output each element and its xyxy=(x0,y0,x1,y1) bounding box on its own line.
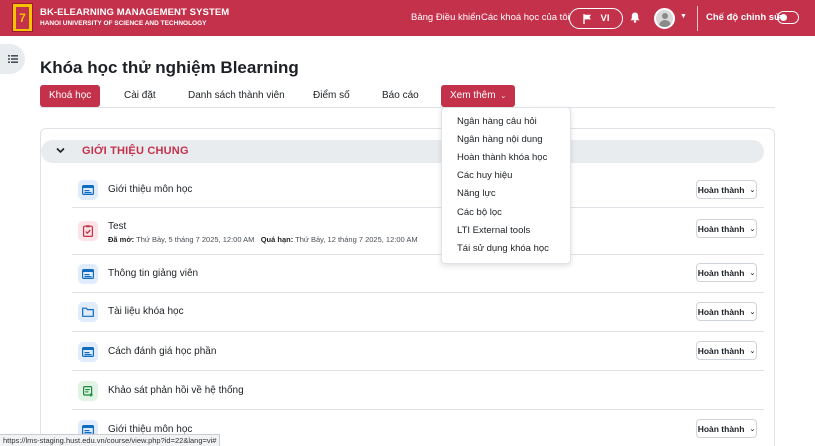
folder-icon[interactable] xyxy=(78,302,98,322)
page-icon[interactable] xyxy=(78,180,98,200)
page-icon[interactable] xyxy=(78,342,98,362)
feedback-icon[interactable] xyxy=(78,381,98,401)
tab-reports[interactable]: Báo cáo xyxy=(382,85,419,107)
section-title: GIỚI THIỆU CHUNG xyxy=(82,145,189,157)
chevron-down-icon: ⌄ xyxy=(500,93,507,100)
edit-mode-label: Chế độ chỉnh sửa xyxy=(706,12,787,23)
chevron-down-icon: ⌄ xyxy=(749,347,756,355)
completion-button[interactable]: Hoàn thành ⌄ xyxy=(696,180,757,199)
completion-button[interactable]: Hoàn thành ⌄ xyxy=(696,302,757,321)
menu-item-course-reuse[interactable]: Tái sử dụng khóa học xyxy=(457,243,549,254)
my-courses-link[interactable]: Các khoá học của tôi xyxy=(481,12,570,23)
page-icon[interactable] xyxy=(78,264,98,284)
language-button[interactable]: VI xyxy=(569,8,623,29)
due-date-value: Thứ Bảy, 12 tháng 7 2025, 12:00 AM xyxy=(295,235,418,244)
tab-more[interactable]: Xem thêm ⌄ xyxy=(441,85,516,107)
activity-name[interactable]: Tài liệu khóa học xyxy=(108,306,184,317)
tab-settings[interactable]: Cài đặt xyxy=(124,85,156,107)
bell-icon[interactable] xyxy=(630,12,640,23)
activity-name[interactable]: Test xyxy=(108,221,126,232)
logo-glyph: 7 xyxy=(16,6,29,29)
completion-label: Hoàn thành xyxy=(697,267,745,278)
chevron-down-icon: ⌄ xyxy=(749,308,756,316)
completion-button[interactable]: Hoàn thành ⌄ xyxy=(696,341,757,360)
brand-title: BK-ELEARNING MANAGEMENT SYSTEM xyxy=(40,7,230,18)
tab-course[interactable]: Khoá học xyxy=(40,85,101,107)
menu-item-competencies[interactable]: Năng lực xyxy=(457,188,496,199)
due-date-label: Quá hạn: xyxy=(260,235,294,244)
completion-label: Hoàn thành xyxy=(697,184,745,195)
brand[interactable]: BK-ELEARNING MANAGEMENT SYSTEM HANOI UNI… xyxy=(40,7,229,27)
language-label: VI xyxy=(600,13,610,24)
completion-label: Hoàn thành xyxy=(697,223,745,234)
university-logo[interactable]: 7 xyxy=(12,3,33,32)
completion-button[interactable]: Hoàn thành ⌄ xyxy=(696,219,757,238)
activity-name[interactable]: Khảo sát phản hồi về hệ thống xyxy=(108,385,244,396)
activity-name[interactable]: Cách đánh giá học phần xyxy=(108,346,216,357)
tab-more-label: Xem thêm xyxy=(450,90,496,101)
top-navbar: 7 BK-ELEARNING MANAGEMENT SYSTEM HANOI U… xyxy=(0,0,815,36)
chevron-down-icon: ⌄ xyxy=(749,269,756,277)
open-date-label: Đã mở: xyxy=(108,235,135,244)
menu-item-filters[interactable]: Các bộ lọc xyxy=(457,207,502,218)
course-index-drawer-button[interactable] xyxy=(0,44,25,74)
nav-divider xyxy=(697,6,698,31)
chevron-down-icon: ⌄ xyxy=(749,225,756,233)
more-dropdown-menu: Ngân hàng câu hỏi Ngân hàng nội dung Hoà… xyxy=(441,107,571,264)
avatar[interactable] xyxy=(654,8,675,29)
dashboard-link[interactable]: Bảng Điều khiển xyxy=(411,12,481,23)
flag-icon xyxy=(582,13,591,24)
status-bar-url: https://lms-staging.hust.edu.vn/course/v… xyxy=(0,434,221,446)
activity-dates: Đã mở: Thứ Bảy, 5 tháng 7 2025, 12:00 AM… xyxy=(108,235,418,244)
chevron-down-icon: ⌄ xyxy=(749,186,756,194)
tab-participants[interactable]: Danh sách thành viên xyxy=(188,85,285,107)
menu-item-course-completion[interactable]: Hoàn thành khóa học xyxy=(457,152,547,163)
activity-row: Tài liệu khóa học Hoàn thành ⌄ xyxy=(72,293,764,332)
tab-grades[interactable]: Điểm số xyxy=(313,85,350,107)
list-icon xyxy=(7,55,18,63)
activity-row: Giới thiệu môn học Hoàn thành ⌄ xyxy=(72,168,764,208)
activity-name[interactable]: Giới thiệu môn học xyxy=(108,184,192,195)
menu-item-content-bank[interactable]: Ngân hàng nội dung xyxy=(457,134,543,145)
activity-row: Cách đánh giá học phần Hoàn thành ⌄ xyxy=(72,332,764,371)
menu-item-question-bank[interactable]: Ngân hàng câu hỏi xyxy=(457,116,537,127)
completion-label: Hoàn thành xyxy=(697,306,745,317)
completion-button[interactable]: Hoàn thành ⌄ xyxy=(696,263,757,282)
menu-item-lti-tools[interactable]: LTI External tools xyxy=(457,225,530,236)
completion-label: Hoàn thành xyxy=(697,423,745,434)
menu-item-badges[interactable]: Các huy hiệu xyxy=(457,170,512,181)
secondary-nav-divider xyxy=(40,107,775,108)
activity-row: Thông tin giảng viên Hoàn thành ⌄ xyxy=(72,255,764,293)
activity-name[interactable]: Thông tin giảng viên xyxy=(108,268,198,279)
chevron-down-icon[interactable] xyxy=(56,146,65,155)
chevron-down-icon: ⌄ xyxy=(749,425,756,433)
completion-button[interactable]: Hoàn thành ⌄ xyxy=(696,419,757,438)
page-title: Khóa học thử nghiệm Blearning xyxy=(40,58,299,77)
edit-mode-toggle[interactable] xyxy=(777,11,799,24)
brand-subtitle: HANOI UNIVERSITY OF SCIENCE AND TECHNOLO… xyxy=(40,20,207,27)
open-date-value: Thứ Bảy, 5 tháng 7 2025, 12:00 AM xyxy=(136,235,255,244)
completion-label: Hoàn thành xyxy=(697,345,745,356)
activity-row: Khảo sát phản hồi về hệ thống xyxy=(72,371,764,410)
chevron-down-icon[interactable]: ▼ xyxy=(680,13,687,20)
quiz-icon[interactable] xyxy=(78,221,98,241)
activity-row: Test Đã mở: Thứ Bảy, 5 tháng 7 2025, 12:… xyxy=(72,208,764,255)
